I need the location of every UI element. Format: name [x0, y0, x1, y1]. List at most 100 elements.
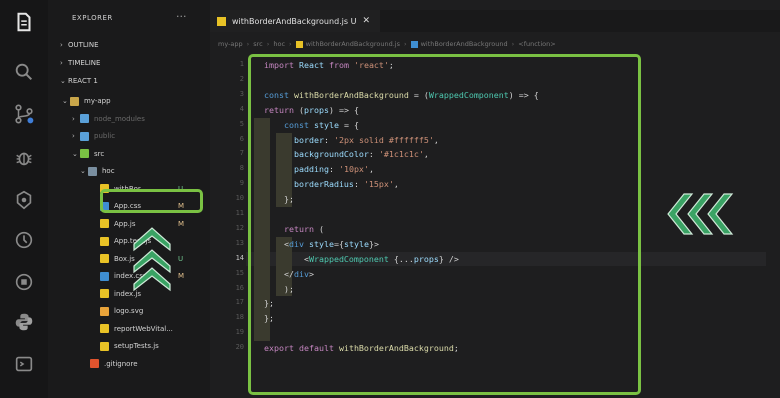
section-outline[interactable]: › OUTLINE: [60, 38, 99, 52]
folder-icon: [80, 149, 89, 158]
line-number: 5: [239, 119, 244, 128]
js-file-icon: [295, 40, 303, 48]
breadcrumb-item[interactable]: my-app: [218, 40, 243, 48]
tree-item[interactable]: › node_modules: [72, 112, 145, 126]
line-number: 6: [239, 134, 244, 143]
tree-item-label: src: [94, 149, 105, 158]
chevron-right-icon: ›: [72, 132, 75, 140]
tab-withborderandbackground[interactable]: withBorderAndBackground.js U ✕: [210, 10, 380, 32]
tree-item-label: hoc: [102, 167, 115, 175]
files-icon[interactable]: [10, 8, 38, 36]
tree-item-label: public: [94, 132, 116, 140]
breadcrumb: my-app › src › hoc › withBorderAndBackgr…: [218, 40, 556, 48]
line-number: 4: [239, 104, 244, 113]
git-status-badge: U: [178, 254, 184, 263]
breadcrumb-item[interactable]: withBorderAndBackground: [421, 40, 508, 48]
section-label: REACT 1: [68, 77, 98, 85]
extensions-icon[interactable]: [10, 186, 38, 214]
line-number: 10: [235, 194, 244, 203]
js-file-icon: [100, 254, 109, 263]
line-number: 12: [235, 223, 244, 232]
tree-item[interactable]: ⌄ src: [72, 147, 104, 161]
js-file-icon: [100, 341, 109, 351]
folder-icon: [80, 114, 89, 123]
svg-file-icon: [100, 306, 109, 316]
python-icon[interactable]: [10, 308, 38, 336]
tree-item[interactable]: App.js M: [92, 217, 184, 231]
tree-item-label: setupTests.js: [114, 342, 159, 350]
terminal-icon[interactable]: [10, 350, 38, 378]
file-highlight-box: [100, 189, 203, 213]
line-number: 20: [235, 343, 244, 352]
chevron-right-icon: ›: [511, 40, 515, 48]
folder-icon: [70, 96, 79, 106]
section-label: OUTLINE: [68, 41, 99, 49]
tree-item-label: reportWebVital...: [114, 324, 173, 333]
line-number: 17: [235, 298, 244, 307]
triple-chevron-left-icon: [667, 193, 734, 235]
chevron-right-icon: ›: [60, 59, 63, 67]
tree-item[interactable]: setupTests.js: [92, 339, 159, 353]
chevron-right-icon: ›: [72, 114, 75, 123]
chevron-right-icon: ›: [60, 41, 63, 49]
explorer-title: EXPLORER: [72, 14, 113, 22]
js-file-icon: [100, 324, 109, 333]
chevron-down-icon: ⌄: [72, 149, 78, 158]
line-number: 11: [235, 209, 244, 217]
ellipsis-icon[interactable]: ···: [176, 10, 187, 23]
line-number: 7: [239, 149, 244, 158]
git-status-badge: M: [178, 219, 185, 228]
line-number: 18: [235, 313, 244, 322]
js-file-icon: [100, 289, 109, 298]
chevron-right-icon: ›: [403, 40, 407, 48]
tree-item[interactable]: ⌄ my-app: [62, 94, 111, 108]
js-file-icon: [100, 219, 109, 228]
breadcrumb-item[interactable]: src: [253, 40, 263, 48]
close-icon[interactable]: ✕: [362, 16, 370, 26]
tree-item[interactable]: .gitignore: [82, 357, 138, 371]
section-timeline[interactable]: › TIMELINE: [60, 56, 100, 70]
tree-item[interactable]: › public: [72, 129, 115, 143]
tab-label: withBorderAndBackground.js U: [232, 16, 357, 26]
line-number: 19: [235, 328, 244, 337]
debug-icon[interactable]: [10, 144, 38, 172]
line-number: 13: [235, 238, 244, 247]
tree-item-label: my-app: [84, 97, 111, 105]
chevron-right-icon: ›: [289, 40, 292, 48]
remote-explorer-icon[interactable]: [10, 268, 38, 296]
chevron-right-icon: ›: [246, 40, 250, 48]
component-icon: [410, 40, 418, 48]
timeline-icon[interactable]: [10, 226, 38, 254]
line-number: 2: [239, 74, 244, 83]
folder-icon: [80, 131, 89, 141]
tab-bar: withBorderAndBackground.js U ✕: [210, 10, 780, 32]
folder-icon: [88, 166, 97, 176]
git-file-icon: [90, 359, 99, 368]
vscode-window: EXPLORER ··· › OUTLINE › TIMELINE ⌄ REAC…: [0, 0, 780, 398]
line-number: 9: [239, 179, 244, 188]
tree-item[interactable]: logo.svg: [92, 304, 143, 318]
tree-item[interactable]: ⌄ hoc: [80, 164, 115, 178]
line-number: 8: [239, 164, 244, 173]
line-number: 1: [239, 60, 244, 68]
breadcrumb-item[interactable]: <function>: [518, 40, 555, 48]
triple-chevron-up-icon: [133, 227, 171, 292]
source-control-icon[interactable]: [10, 100, 38, 128]
line-number: 16: [235, 283, 244, 292]
line-number: 15: [235, 268, 244, 277]
test-file-icon: [100, 236, 109, 246]
js-file-icon: [217, 16, 226, 26]
section-react[interactable]: ⌄ REACT 1: [60, 74, 98, 88]
tree-item-label: logo.svg: [114, 307, 144, 315]
code-highlight-box: [248, 54, 641, 395]
breadcrumb-item[interactable]: withBorderAndBackground.js: [306, 40, 400, 48]
chevron-right-icon: ›: [266, 40, 270, 48]
tree-item[interactable]: reportWebVital...: [92, 322, 173, 336]
tree-item-label: .gitignore: [104, 359, 138, 368]
search-icon[interactable]: [10, 58, 38, 86]
css-file-icon: [100, 271, 109, 281]
tree-item[interactable]: Box.js U: [92, 252, 183, 266]
git-status-badge: M: [178, 272, 185, 280]
breadcrumb-item[interactable]: hoc: [273, 40, 285, 48]
chevron-down-icon: ⌄: [62, 97, 68, 105]
